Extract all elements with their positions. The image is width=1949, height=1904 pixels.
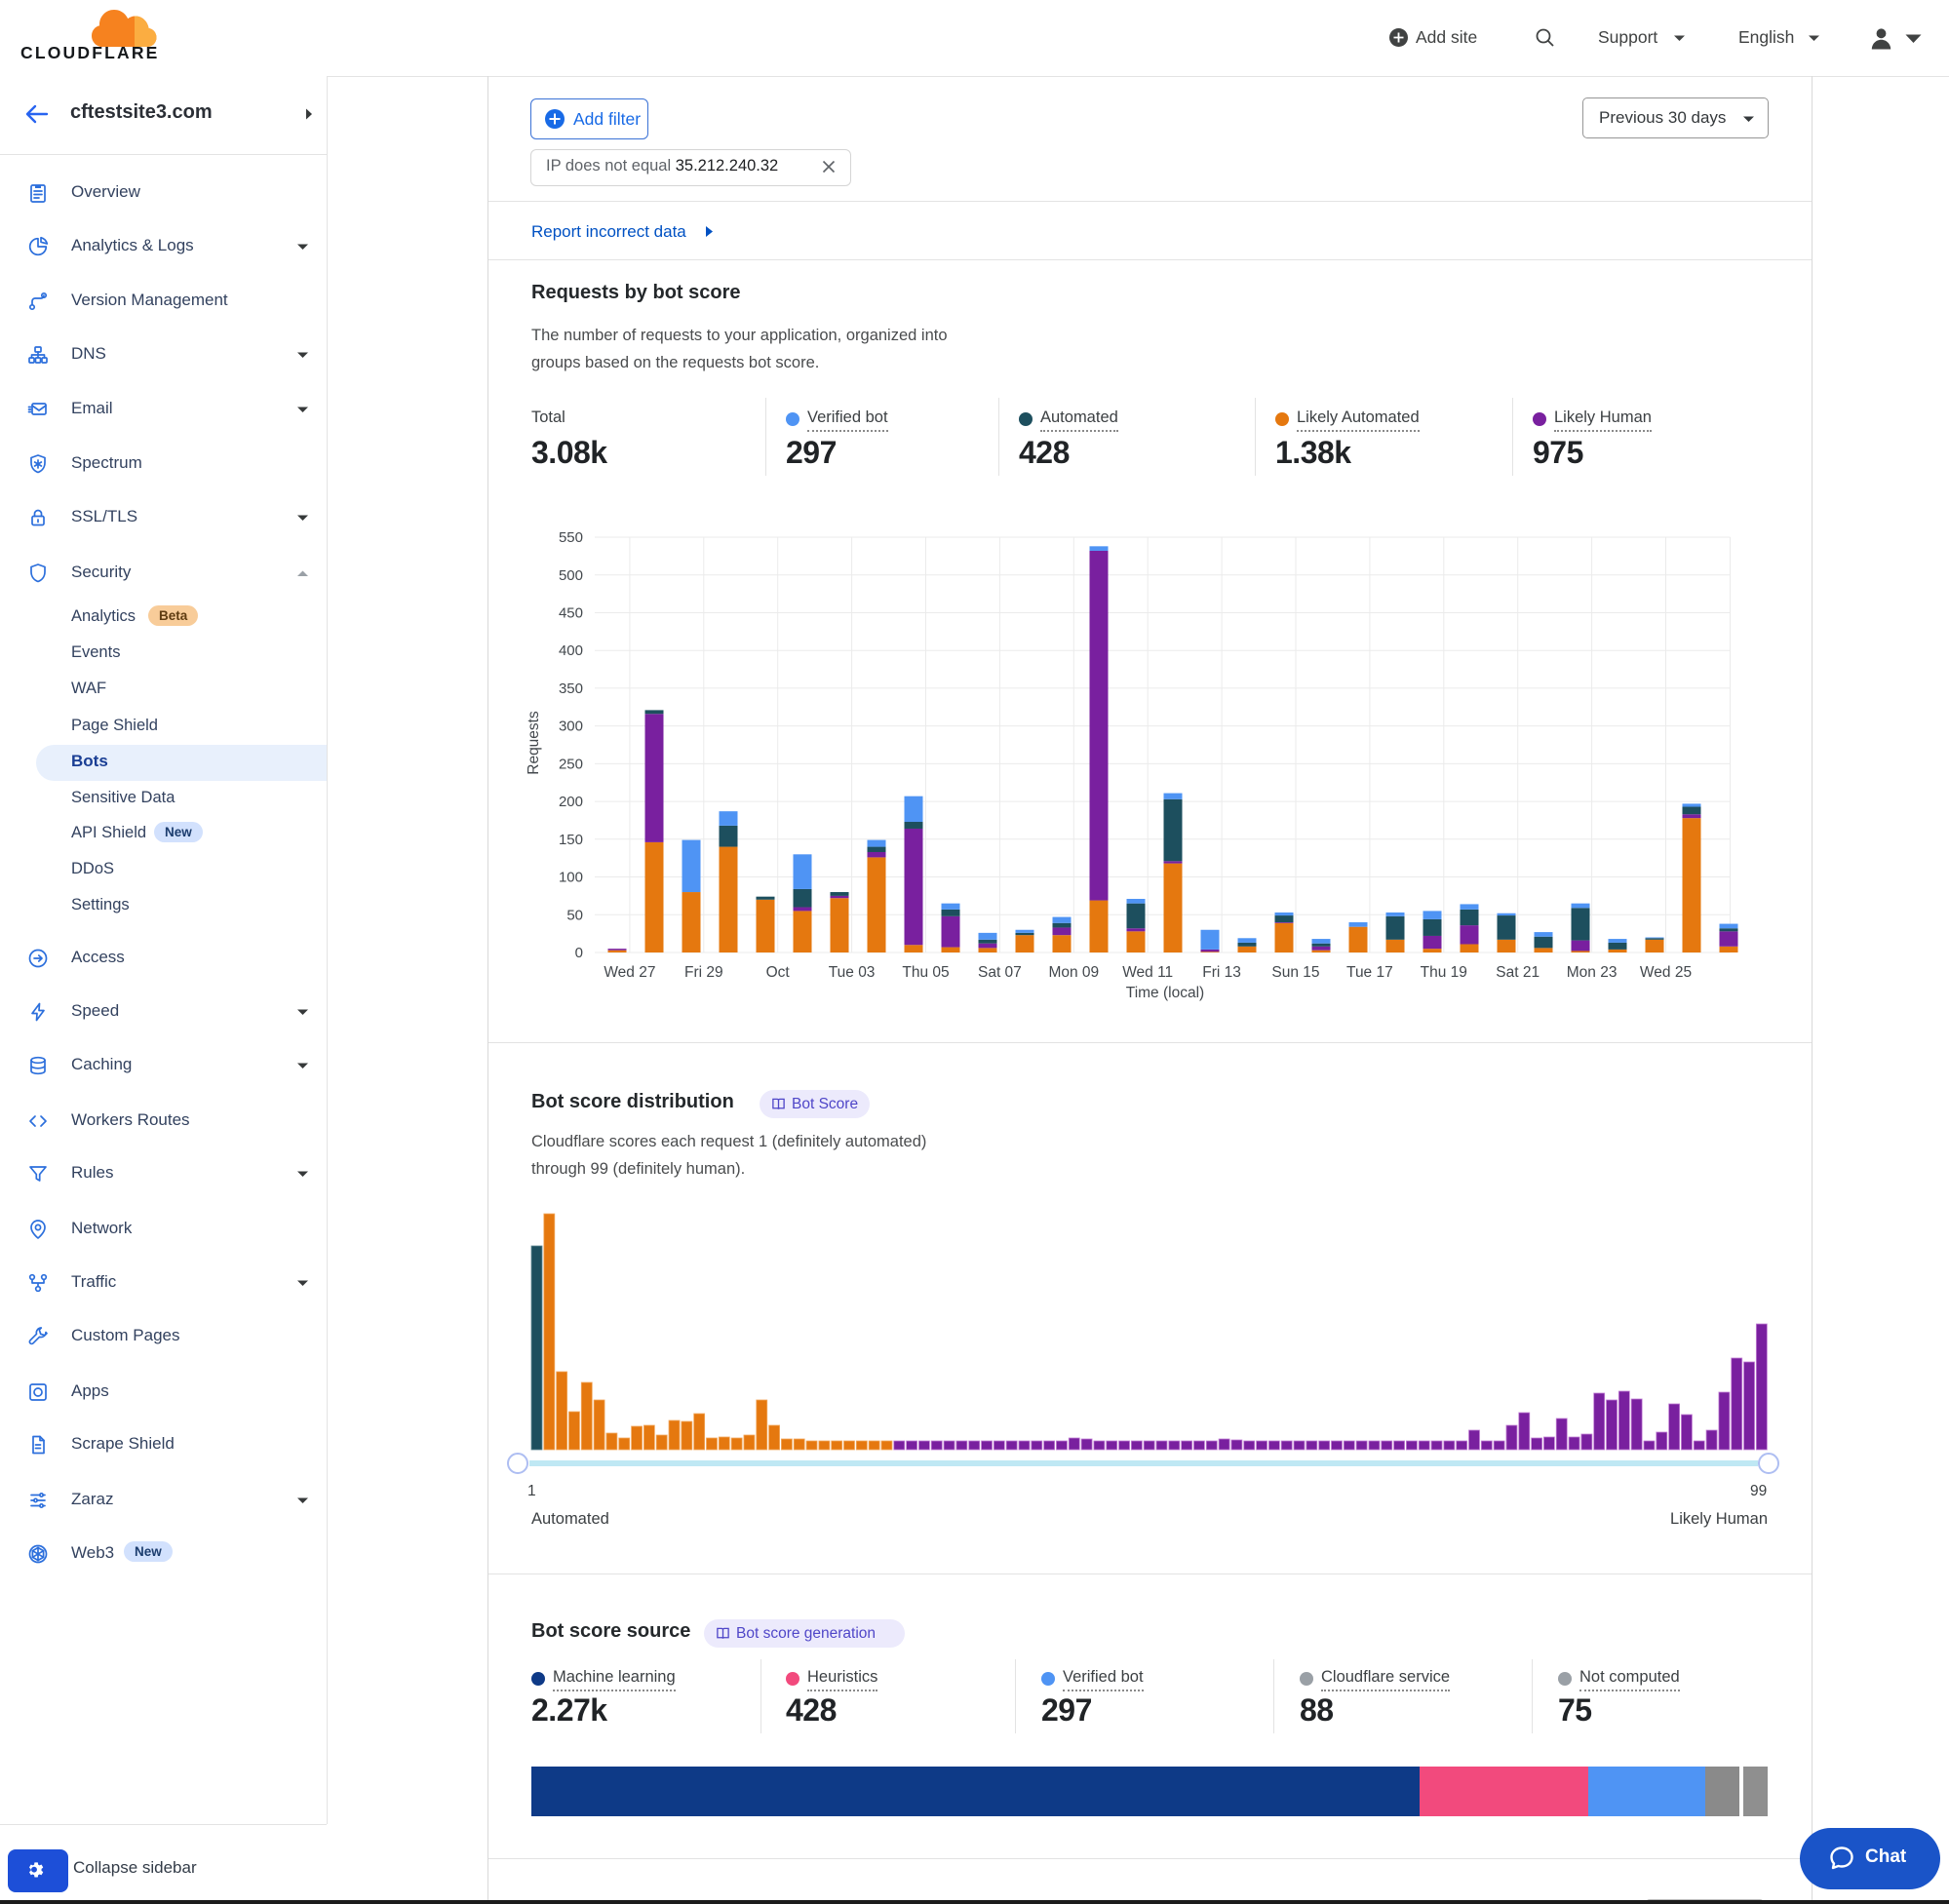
svg-text:Sat 21: Sat 21 <box>1496 964 1540 981</box>
svg-text:Tue 03: Tue 03 <box>829 964 876 981</box>
svg-text:Requests: Requests <box>526 711 542 775</box>
svg-text:150: 150 <box>559 832 583 848</box>
svg-text:550: 550 <box>559 529 583 546</box>
svg-text:Fri 13: Fri 13 <box>1202 964 1241 981</box>
svg-text:Tue 17: Tue 17 <box>1346 964 1393 981</box>
svg-text:350: 350 <box>559 680 583 697</box>
svg-text:300: 300 <box>559 719 583 735</box>
svg-text:Sun 15: Sun 15 <box>1271 964 1319 981</box>
svg-text:Time (local): Time (local) <box>1126 985 1204 1001</box>
svg-text:Mon 09: Mon 09 <box>1048 964 1099 981</box>
svg-text:100: 100 <box>559 870 583 886</box>
svg-text:Wed 25: Wed 25 <box>1640 964 1692 981</box>
svg-text:Thu 05: Thu 05 <box>902 964 949 981</box>
svg-text:Mon 23: Mon 23 <box>1567 964 1618 981</box>
svg-text:Wed 27: Wed 27 <box>604 964 655 981</box>
svg-text:250: 250 <box>559 756 583 772</box>
svg-text:500: 500 <box>559 567 583 584</box>
svg-text:0: 0 <box>575 945 583 961</box>
svg-text:450: 450 <box>559 605 583 622</box>
svg-text:Fri 29: Fri 29 <box>684 964 723 981</box>
svg-text:Wed 11: Wed 11 <box>1122 964 1173 981</box>
svg-text:Thu 19: Thu 19 <box>1421 964 1467 981</box>
svg-text:Sat 07: Sat 07 <box>978 964 1022 981</box>
svg-text:400: 400 <box>559 642 583 659</box>
svg-text:Oct: Oct <box>766 964 791 981</box>
svg-text:200: 200 <box>559 794 583 810</box>
svg-text:50: 50 <box>566 907 583 923</box>
